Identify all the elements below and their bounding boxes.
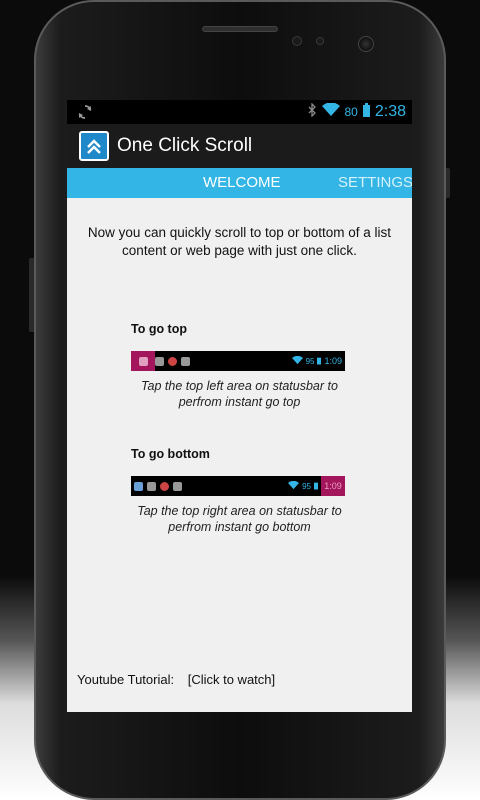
tab-bar: WELCOME SETTINGS bbox=[67, 168, 412, 198]
go-bottom-title: To go bottom bbox=[131, 447, 210, 461]
status-time: 2:38 bbox=[374, 103, 406, 120]
mini-battery-percent: 95 bbox=[305, 356, 315, 366]
mail-icon bbox=[134, 481, 143, 491]
tab-welcome[interactable]: WELCOME bbox=[203, 168, 281, 198]
app-title: One Click Scroll bbox=[117, 135, 253, 156]
highlight-right-area: 1:09 bbox=[321, 476, 345, 496]
intro-text: Now you can quickly scroll to top or bot… bbox=[87, 225, 392, 258]
android-icon bbox=[173, 481, 182, 491]
sync-icon bbox=[77, 104, 97, 120]
mini-battery-icon bbox=[314, 481, 318, 492]
mini-wifi-icon bbox=[291, 355, 303, 367]
go-top-caption-line2: perfrom instant go top bbox=[178, 395, 301, 409]
mini-time: 1:09 bbox=[324, 481, 342, 491]
wifi-icon bbox=[321, 101, 340, 122]
go-top-caption: Tap the top left area on statusbar to pe… bbox=[77, 378, 402, 410]
android-icon bbox=[181, 356, 190, 366]
device-screen: 80 2:38 One Click Scroll WELCOME SETTING… bbox=[67, 100, 412, 712]
youtube-tutorial-row: Youtube Tutorial: [Click to watch] bbox=[77, 672, 275, 687]
notification-icon bbox=[168, 356, 177, 366]
proximity-sensor bbox=[292, 36, 302, 46]
usb-icon bbox=[147, 481, 156, 491]
mini-wifi-icon bbox=[288, 480, 300, 492]
go-top-title: To go top bbox=[131, 322, 187, 336]
status-bar[interactable]: 80 2:38 bbox=[67, 100, 412, 124]
go-bottom-caption: Tap the top right area on statusbar to p… bbox=[77, 503, 402, 535]
notification-icon bbox=[160, 481, 169, 491]
highlight-left-area bbox=[131, 351, 155, 371]
mail-icon bbox=[138, 356, 148, 366]
mini-battery-icon bbox=[317, 356, 322, 367]
action-bar: One Click Scroll bbox=[67, 124, 412, 168]
youtube-link[interactable]: [Click to watch] bbox=[188, 672, 275, 687]
battery-icon bbox=[362, 102, 370, 122]
go-bottom-caption-line2: perfrom instant go bottom bbox=[168, 520, 311, 534]
welcome-page: Now you can quickly scroll to top or bot… bbox=[67, 198, 412, 712]
battery-percent: 80 bbox=[344, 105, 358, 119]
tab-settings[interactable]: SETTINGS bbox=[338, 168, 412, 198]
mini-battery-percent: 95 bbox=[302, 481, 311, 491]
double-chevron-up-icon[interactable] bbox=[79, 131, 109, 161]
bluetooth-icon bbox=[307, 101, 317, 122]
front-camera bbox=[358, 36, 374, 52]
earpiece-speaker bbox=[202, 26, 278, 32]
go-top-caption-line1: Tap the top left area on statusbar to bbox=[141, 379, 338, 393]
go-bottom-statusbar-image: 95 1:09 bbox=[131, 476, 345, 496]
light-sensor bbox=[316, 37, 324, 45]
youtube-label: Youtube Tutorial: bbox=[77, 672, 175, 687]
mini-time: 1:09 bbox=[324, 356, 342, 366]
go-bottom-caption-line1: Tap the top right area on statusbar to bbox=[137, 504, 342, 518]
usb-icon bbox=[155, 356, 164, 366]
go-top-statusbar-image: 95 1:09 bbox=[131, 351, 345, 371]
